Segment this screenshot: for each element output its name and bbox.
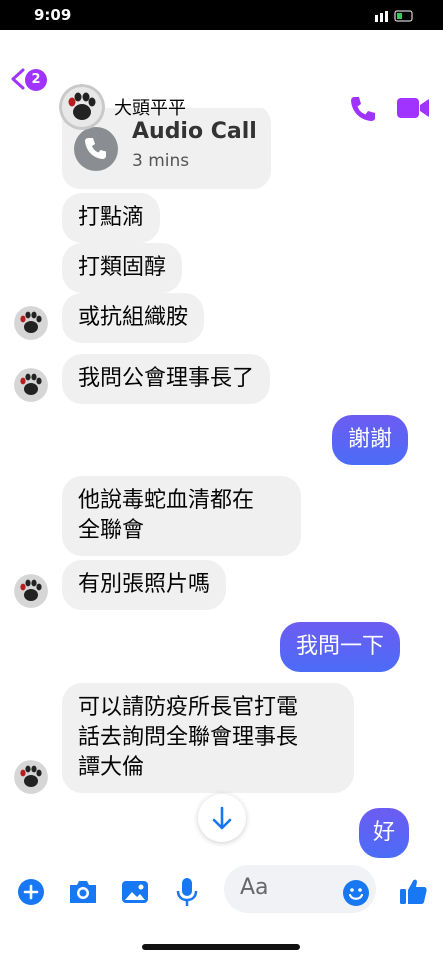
avatar[interactable] [14, 574, 48, 608]
phone-icon [74, 127, 118, 171]
message-bubble[interactable]: 有別張照片嗎 [62, 560, 227, 610]
thumbs-up-icon[interactable] [398, 876, 428, 906]
audio-call-title: Audio Call [132, 119, 257, 144]
phone-icon[interactable] [348, 94, 378, 124]
contact-name[interactable]: 大頭平平 [114, 94, 186, 120]
avatar[interactable] [14, 760, 48, 794]
message-line: 話去詢問全聯會理事長 [78, 725, 299, 750]
microphone-icon[interactable] [174, 876, 200, 908]
avatar[interactable] [14, 368, 48, 402]
message-bubble[interactable]: 我問公會理事長了 [62, 354, 271, 404]
battery-icon [375, 10, 413, 22]
home-indicator [142, 944, 300, 950]
plus-icon[interactable] [17, 878, 45, 906]
message-bubble[interactable]: 打點滴 [62, 193, 161, 243]
message-bubble[interactable]: 打類固醇 [62, 243, 183, 293]
arrow-down-icon [212, 806, 232, 830]
unread-badge: 2 [25, 69, 47, 91]
message-bubble[interactable]: 或抗組織胺 [62, 293, 205, 343]
chevron-left-icon [11, 68, 25, 90]
phone-glyph-icon [85, 138, 106, 159]
emoji-icon[interactable] [342, 879, 370, 907]
video-call-icon[interactable] [396, 95, 430, 121]
scroll-to-bottom-button[interactable] [198, 794, 246, 842]
avatar[interactable] [14, 306, 48, 340]
message-bubble-outgoing[interactable]: 我問一下 [280, 622, 401, 672]
message-line: 他說毒蛇血清都在 [78, 488, 255, 513]
status-time: 9:09 [34, 6, 72, 24]
camera-icon[interactable] [67, 878, 99, 906]
message-bubble[interactable]: 他說毒蛇血清都在 全聯會 [62, 476, 301, 556]
message-bubble-outgoing[interactable]: 謝謝 [332, 415, 409, 465]
status-bar: 9:09 [0, 0, 443, 30]
message-line: 譚大倫 [78, 755, 145, 780]
avatar[interactable] [59, 84, 105, 130]
message-bubble[interactable]: 可以請防疫所長官打電 話去詢問全聯會理事長 譚大倫 [62, 683, 354, 793]
message-line: 可以請防疫所長官打電 [78, 695, 299, 720]
message-line: 全聯會 [78, 518, 145, 543]
image-icon[interactable] [120, 878, 150, 906]
message-input-placeholder: Aa [240, 875, 269, 900]
audio-call-duration: 3 mins [132, 151, 190, 171]
back-button[interactable]: 2 [8, 64, 52, 96]
message-bubble-outgoing[interactable]: 好 [359, 808, 410, 858]
